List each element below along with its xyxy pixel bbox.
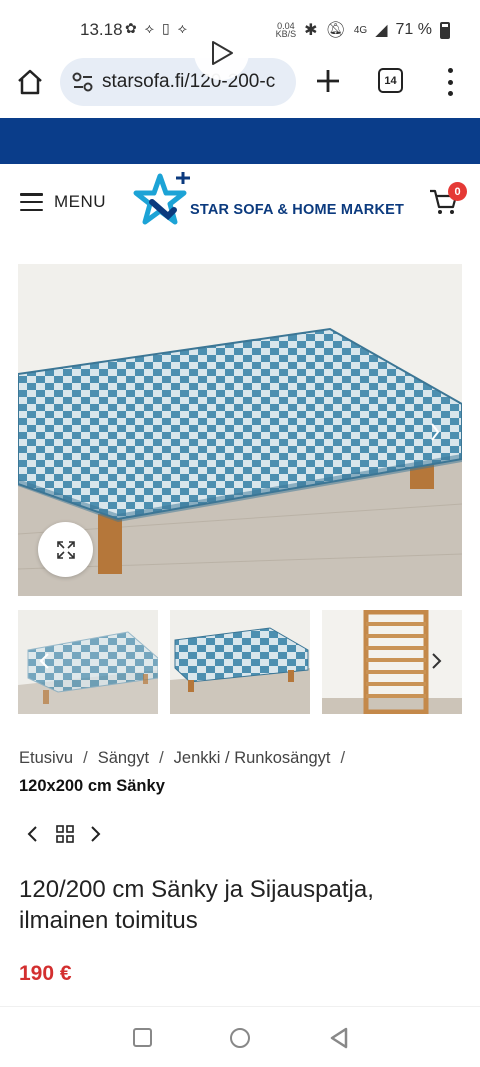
chevron-left-icon[interactable] (38, 652, 52, 670)
plus-icon[interactable] (313, 66, 343, 96)
site-settings-icon[interactable] (72, 72, 94, 92)
product-title: 120/200 cm Sänky ja Sijauspatja, ilmaine… (19, 876, 374, 934)
tabs-icon[interactable]: 14 (378, 68, 403, 93)
bluetooth-icon: ✱ (304, 22, 318, 39)
product-price: 190 € (19, 962, 72, 985)
back-icon[interactable] (329, 1027, 349, 1049)
breadcrumb-link-beds[interactable]: Sängyt (98, 749, 149, 767)
battery-percent: 71 % (395, 21, 432, 38)
signal-label: 4G (353, 24, 368, 36)
chevron-right-icon[interactable] (430, 652, 444, 670)
system-nav-bar (0, 1006, 480, 1067)
site-header: MENU STAR SOFA & HOME MARKET 0 (0, 164, 480, 244)
more-icon[interactable] (444, 68, 456, 96)
breadcrumb-current: 120x200 cm Sänky (19, 777, 165, 795)
recents-icon[interactable] (133, 1028, 152, 1047)
thumbnail-strip (18, 610, 462, 714)
product-navigation (26, 824, 116, 846)
breadcrumb-link-home[interactable]: Etusivu (19, 749, 73, 767)
thumbnail-2-video[interactable] (170, 610, 310, 714)
home-icon[interactable] (16, 68, 44, 96)
expand-icon (56, 540, 75, 559)
site-logo[interactable]: STAR SOFA & HOME MARKET (132, 172, 408, 232)
cart-count-badge: 0 (448, 182, 467, 201)
address-bar[interactable]: starsofa.fi/120-200-c (60, 58, 296, 106)
url-text: starsofa.fi/120-200-c (102, 71, 276, 92)
notification-icons: ✿⟡▯⟡ (125, 20, 195, 36)
expand-image-button[interactable] (38, 522, 93, 577)
breadcrumb: Etusivu / Sängyt / Jenkki / Runkosängyt/ 120… (19, 744, 459, 800)
status-right: 0.04 KB/S ✱ 🔕︎ 4G ◢ 71 % (276, 20, 450, 40)
hamburger-icon[interactable] (20, 193, 43, 211)
chevron-right-icon[interactable] (88, 824, 102, 844)
chevron-left-icon[interactable] (26, 824, 40, 844)
mute-icon: 🔕︎ (325, 22, 346, 39)
menu-button[interactable]: MENU (54, 192, 106, 212)
play-icon (211, 40, 233, 65)
status-time: 13.18 (80, 20, 123, 39)
top-banner (0, 118, 480, 164)
net-speed: 0.04 KB/S (275, 21, 297, 39)
play-video-button[interactable] (194, 25, 249, 80)
breadcrumb-link-category[interactable]: Jenkki / Runkosängyt (174, 749, 331, 767)
signal-icon: ◢ (375, 22, 388, 39)
battery-icon (440, 21, 450, 39)
grid-icon[interactable] (56, 824, 74, 844)
home-button-icon[interactable] (230, 1028, 250, 1048)
logo-text: STAR SOFA & HOME MARKET (190, 202, 405, 218)
